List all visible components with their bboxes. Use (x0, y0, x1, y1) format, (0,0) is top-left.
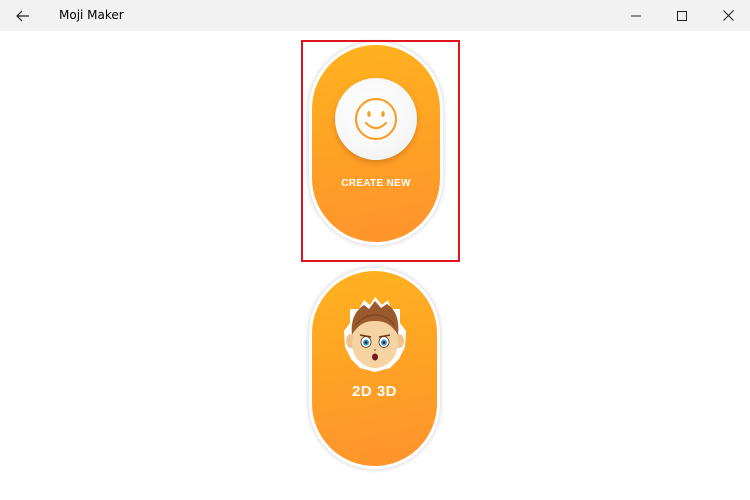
maximize-button[interactable] (659, 0, 705, 31)
selection-highlight (301, 40, 460, 262)
title-bar: Moji Maker (0, 0, 750, 31)
minimize-button[interactable] (613, 0, 659, 31)
close-button[interactable] (705, 0, 750, 31)
back-arrow-icon (16, 10, 29, 21)
close-icon (722, 10, 734, 21)
maximize-icon (677, 10, 687, 21)
avatar-boy-icon (344, 297, 406, 372)
app-title: Moji Maker (59, 8, 124, 22)
2d-3d-label: 2D 3D (351, 383, 398, 400)
minimize-icon (631, 15, 641, 16)
2d-3d-card[interactable]: 2D 3D (312, 271, 437, 466)
back-button[interactable] (0, 0, 46, 31)
